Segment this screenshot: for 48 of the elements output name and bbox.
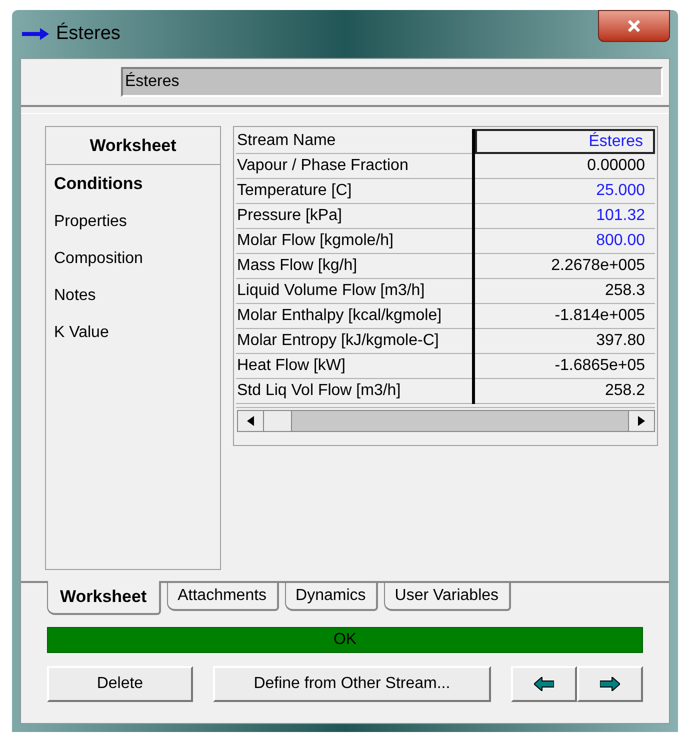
value-cell[interactable]: 258.3 bbox=[474, 279, 655, 304]
row-label: Vapour / Phase Fraction bbox=[236, 154, 472, 179]
sidebar-item[interactable]: Properties bbox=[54, 210, 220, 234]
delete-button[interactable]: Delete bbox=[47, 666, 193, 702]
value-cell[interactable]: 101.32 bbox=[474, 204, 655, 229]
tab[interactable]: Worksheet bbox=[47, 581, 161, 615]
value-cell[interactable]: 397.80 bbox=[474, 329, 655, 354]
right-arrow-icon bbox=[638, 416, 645, 426]
scrollbar[interactable] bbox=[237, 410, 655, 432]
value-cell[interactable]: 2.2678e+005 bbox=[474, 254, 655, 279]
left-arrow-icon bbox=[247, 416, 254, 426]
sidebar-item[interactable]: Composition bbox=[54, 246, 220, 270]
scrollbar-thumb[interactable] bbox=[264, 410, 292, 430]
value-cell[interactable]: Ésteres bbox=[474, 129, 655, 154]
value-cell[interactable]: -1.814e+005 bbox=[474, 304, 655, 329]
status-text: OK bbox=[333, 630, 357, 650]
left-arrow-icon bbox=[534, 677, 554, 691]
define-from-other-stream-button[interactable]: Define from Other Stream... bbox=[212, 666, 491, 702]
row-label: Molar Enthalpy [kcal/kgmole] bbox=[236, 304, 472, 329]
row-label: Pressure [kPa] bbox=[236, 204, 472, 229]
window-title: Ésteres bbox=[56, 22, 120, 46]
row-label: Molar Flow [kgmole/h] bbox=[236, 229, 472, 254]
row-label: Std Liq Vol Flow [m3/h] bbox=[236, 379, 472, 404]
tab[interactable]: Attachments bbox=[166, 583, 279, 611]
sidebar-item[interactable]: Conditions bbox=[54, 171, 220, 196]
close-button[interactable] bbox=[598, 10, 670, 42]
value-cell[interactable]: 25.000 bbox=[474, 179, 655, 204]
row-label: Temperature [C] bbox=[236, 179, 472, 204]
value-cell[interactable]: 258.2 bbox=[474, 379, 655, 404]
previous-button[interactable] bbox=[511, 666, 577, 702]
value-cell[interactable]: 800.00 bbox=[474, 229, 655, 254]
sidebar-item[interactable]: Notes bbox=[54, 284, 220, 308]
close-icon bbox=[627, 20, 641, 32]
tab[interactable]: User Variables bbox=[384, 583, 511, 611]
value-cell[interactable]: 0.00000 bbox=[474, 154, 655, 179]
row-label: Liquid Volume Flow [m3/h] bbox=[236, 279, 472, 304]
sidebar-item[interactable]: K Value bbox=[54, 320, 220, 344]
row-label: Heat Flow [kW] bbox=[236, 354, 472, 379]
next-button[interactable] bbox=[577, 666, 643, 702]
tab[interactable]: Dynamics bbox=[284, 583, 378, 611]
right-arrow-icon bbox=[600, 677, 620, 691]
panel-title: Worksheet bbox=[90, 134, 176, 157]
name-field[interactable]: Ésteres bbox=[121, 67, 663, 97]
row-label: Mass Flow [kg/h] bbox=[236, 254, 472, 279]
arrow-icon bbox=[22, 27, 50, 41]
row-label: Molar Entropy [kJ/kgmole-C] bbox=[236, 329, 472, 354]
row-label: Stream Name bbox=[236, 129, 472, 154]
value-cell[interactable]: -1.6865e+05 bbox=[474, 354, 655, 379]
